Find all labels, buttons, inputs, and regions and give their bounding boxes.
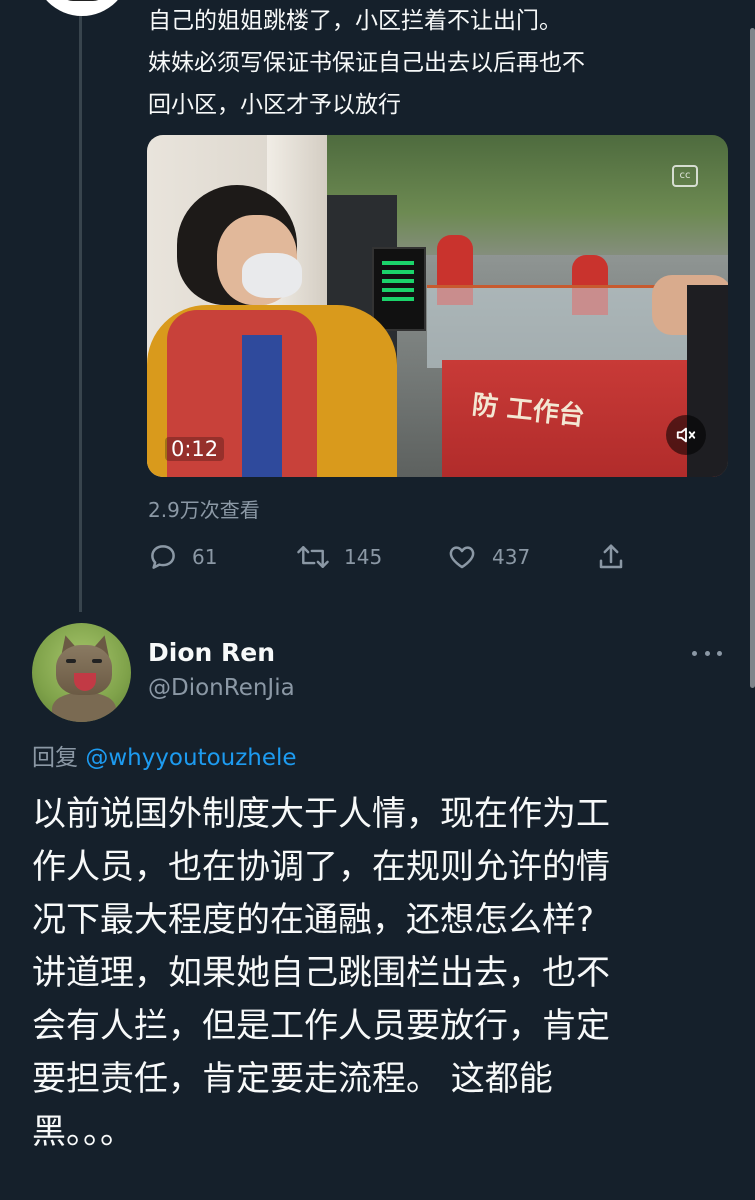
avatar-cat-eye — [66, 659, 76, 663]
retweet-button[interactable]: 145 — [296, 538, 382, 576]
more-icon[interactable] — [692, 643, 722, 663]
avatar-cat-eye — [92, 659, 102, 663]
reply-author-name[interactable]: Dion Ren — [148, 638, 275, 667]
like-count: 437 — [492, 545, 531, 569]
mute-button[interactable] — [666, 415, 706, 455]
thread-connector-line — [79, 0, 82, 612]
captions-icon[interactable]: cc — [672, 165, 698, 187]
reply-tweet-header: Dion Ren @DionRenJia — [32, 623, 732, 723]
like-icon — [449, 546, 475, 569]
view-count: 2.9万次查看 — [148, 498, 260, 522]
reply-button[interactable]: 61 — [148, 538, 217, 576]
mute-icon — [676, 427, 696, 443]
avatar-scribble — [58, 0, 108, 1]
tweet-video[interactable]: 防 工作台 cc 0:12 — [147, 135, 728, 477]
more-dot — [692, 650, 697, 656]
tweet-action-bar: 61 145 437 — [148, 538, 628, 576]
reply-count: 61 — [192, 545, 218, 569]
reply-author-avatar[interactable] — [32, 623, 131, 722]
parent-author-avatar[interactable] — [34, 0, 130, 16]
reply-icon — [151, 545, 175, 569]
video-woman-mask — [242, 253, 302, 298]
more-dot — [717, 650, 722, 656]
retweet-icon — [297, 546, 329, 568]
video-timestamp: 0:12 — [165, 437, 225, 461]
more-dot — [704, 650, 710, 656]
like-button[interactable]: 437 — [446, 538, 530, 576]
retweet-count: 145 — [344, 545, 383, 569]
reply-author-handle[interactable]: @DionRenJia — [148, 675, 295, 701]
page-scrollbar[interactable] — [750, 28, 755, 688]
avatar-cat-body — [52, 693, 116, 722]
parent-tweet-text: 自己的姐姐跳楼了，小区拦着不让出门。 妹妹必须写保证书保证自己出去以后再也不 回… — [148, 8, 585, 118]
video-woman — [147, 185, 397, 477]
replying-to-prefix: 回复 — [32, 745, 86, 771]
share-icon — [599, 544, 623, 569]
reply-tweet-text: 以前说国外制度大于人情，现在作为工 作人员，也在协调了，在规则允许的情 况下最大… — [32, 794, 610, 1152]
video-woman-shirt — [242, 335, 282, 477]
replying-to-mention[interactable]: @whyyoutouzhele — [85, 745, 296, 771]
share-button[interactable] — [596, 538, 640, 576]
replying-to-line: 回复 @whyyoutouzhele — [32, 738, 297, 772]
